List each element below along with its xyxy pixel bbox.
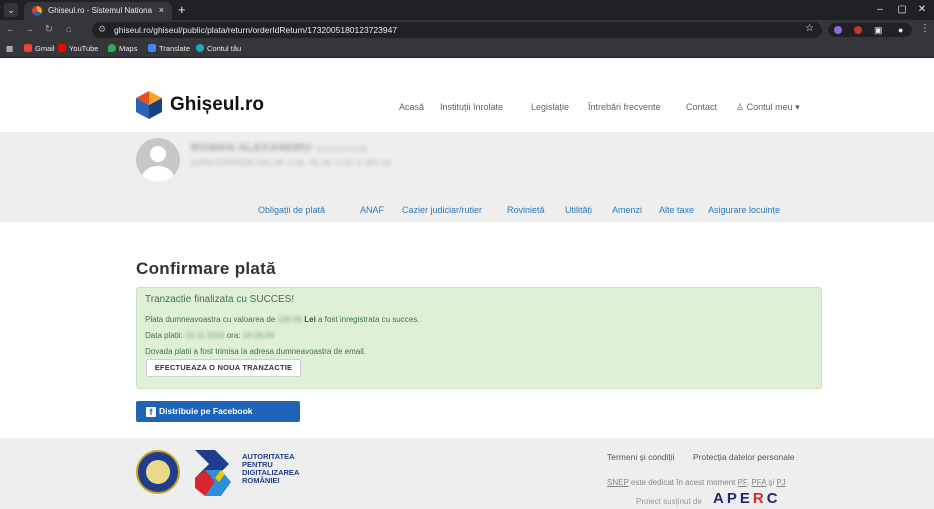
snep-link[interactable]: SNEP [607, 478, 629, 487]
pfa-link[interactable]: PFA [751, 478, 766, 487]
browser-tab-bar: ⌄ Ghiseul.ro - Sistemul National E × + –… [0, 0, 934, 20]
success-alert: Tranzactie finalizata cu SUCCES! Plata d… [136, 287, 822, 389]
adr-name: AUTORITATEA PENTRU DIGITALIZAREA ROMÂNIE… [242, 452, 300, 485]
pf-link[interactable]: PF [738, 478, 747, 487]
email-note: Dovada platii a fost trimisa la adresa d… [145, 347, 366, 356]
extension-icon[interactable] [854, 26, 862, 34]
profile-address: ALEEA STRATEGIE XXX, NR. X, BL. XX, SC. … [191, 160, 391, 167]
maps-pin-icon [108, 44, 116, 52]
logo-text: Ghișeul.ro [170, 94, 264, 115]
romanian-government-seal-icon [136, 450, 180, 494]
contul-tau-icon [196, 44, 204, 52]
terms-link[interactable]: Termeni și condiții [607, 452, 675, 462]
bookmark-youtube[interactable]: YouTube [58, 44, 98, 53]
tab-search-button[interactable]: ⌄ [4, 3, 18, 17]
tab-rovinieta[interactable]: Rovinietă [507, 205, 545, 215]
close-window-button[interactable]: ✕ [914, 3, 930, 17]
browser-tab[interactable]: Ghiseul.ro - Sistemul National E × [24, 2, 172, 20]
home-icon[interactable]: ⌂ [62, 23, 76, 37]
tab-alte-taxe[interactable]: Alte taxe [659, 205, 694, 215]
adr-logo-icon [195, 450, 231, 496]
extension-icon[interactable] [834, 26, 842, 34]
address-bar[interactable]: ⚙ ghiseul.ro/ghiseul/public/plata/return… [92, 22, 822, 38]
aperc-logo[interactable]: APERC [713, 490, 781, 507]
minimize-button[interactable]: – [872, 3, 888, 17]
snep-note: SNEP este dedicat în acest moment PF, PF… [607, 478, 786, 487]
bookmark-contul-tau[interactable]: Contul tău [196, 44, 241, 53]
profile-band: ROMAN ALEXANDRU XXXXXXXXXX ALEEA STRATEG… [0, 132, 934, 222]
nav-institutii[interactable]: Instituții înrolate [440, 102, 503, 112]
apps-grid-icon[interactable]: ▦ [6, 44, 13, 53]
new-transaction-button[interactable]: EFECTUEAZA O NOUA TRANZACTIE [146, 359, 301, 377]
page-title: Confirmare plată [136, 259, 276, 278]
tab-amenzi[interactable]: Amenzi [612, 205, 642, 215]
bookmark-maps[interactable]: Maps [108, 44, 137, 53]
currency: Lei [304, 315, 316, 324]
ghiseul-favicon-icon [32, 6, 42, 16]
chrome-menu-icon[interactable]: ⋮ [920, 23, 930, 34]
site-header: Ghișeul.ro Acasă Instituții înrolate Leg… [0, 58, 934, 132]
gmail-icon [24, 44, 32, 52]
bookmark-gmail[interactable]: Gmail [24, 44, 55, 53]
user-icon: ♙ [736, 102, 745, 112]
share-facebook-button[interactable]: f Distribuie pe Facebook [136, 401, 300, 422]
tab-asigurare[interactable]: Asigurare locuințe [708, 205, 780, 215]
youtube-icon [58, 44, 66, 52]
tab-close-icon[interactable]: × [159, 5, 164, 15]
tab-utilitati[interactable]: Utilități [565, 205, 592, 215]
tab-cazier[interactable]: Cazier judiciar/rutier [402, 205, 482, 215]
new-tab-button[interactable]: + [178, 2, 186, 18]
alert-title: Tranzactie finalizata cu SUCCES! [145, 294, 295, 305]
privacy-link[interactable]: Protecția datelor personale [693, 452, 795, 462]
supported-by: Proiect susținut de [636, 497, 702, 506]
facebook-icon: f [146, 407, 156, 417]
tab-anaf[interactable]: ANAF [360, 205, 384, 215]
avatar [136, 138, 180, 182]
payment-amount: 100.00 [277, 315, 303, 324]
account-menu[interactable]: ♙ Contul meu ▾ [736, 102, 800, 113]
tab-title: Ghiseul.ro - Sistemul National E [48, 6, 152, 15]
extensions-area: ▣ ● [828, 23, 912, 37]
caret-down-icon: ▾ [795, 102, 800, 112]
footer: AUTORITATEA PENTRU DIGITALIZAREA ROMÂNIE… [0, 438, 934, 509]
payment-date-line: Data platii: 19.11.2024 ora: 10:28:44 [145, 331, 274, 340]
bookmark-star-icon[interactable]: ☆ [805, 23, 814, 34]
payment-time: 10:28:44 [242, 331, 274, 340]
bookmark-translate[interactable]: Translate [148, 44, 190, 53]
payment-amount-line: Plata dumneavoastra cu valoarea de 100.0… [145, 315, 420, 324]
profile-icon[interactable]: ● [898, 23, 903, 37]
reload-icon[interactable]: ↻ [42, 23, 56, 37]
nav-legislatie[interactable]: Legislație [531, 102, 569, 112]
maximize-button[interactable]: ▢ [894, 3, 910, 17]
nav-contact[interactable]: Contact [686, 102, 717, 112]
profile-name: ROMAN ALEXANDRU XXXXXXXXXX [191, 142, 368, 154]
nav-intrebari[interactable]: Întrebări frecvente [588, 102, 661, 112]
ghiseul-logo-icon [136, 91, 162, 119]
extensions-puzzle-icon[interactable]: ▣ [874, 23, 883, 37]
tab-obligatii[interactable]: Obligații de plată [258, 205, 325, 215]
site-info-icon[interactable]: ⚙ [98, 24, 106, 35]
browser-toolbar: ← → ↻ ⌂ ⚙ ghiseul.ro/ghiseul/public/plat… [0, 20, 934, 40]
address-url[interactable]: ghiseul.ro/ghiseul/public/plata/return/o… [114, 25, 397, 35]
account-label: Contul meu [746, 102, 793, 112]
forward-icon[interactable]: → [22, 23, 36, 37]
back-icon[interactable]: ← [4, 23, 18, 37]
nav-acasa[interactable]: Acasă [399, 102, 424, 112]
payment-date: 19.11.2024 [185, 331, 225, 340]
pj-link[interactable]: PJ [776, 478, 785, 487]
translate-icon [148, 44, 156, 52]
bookmarks-bar: ▦ Gmail YouTube Maps Translate Contul tă… [0, 40, 934, 58]
